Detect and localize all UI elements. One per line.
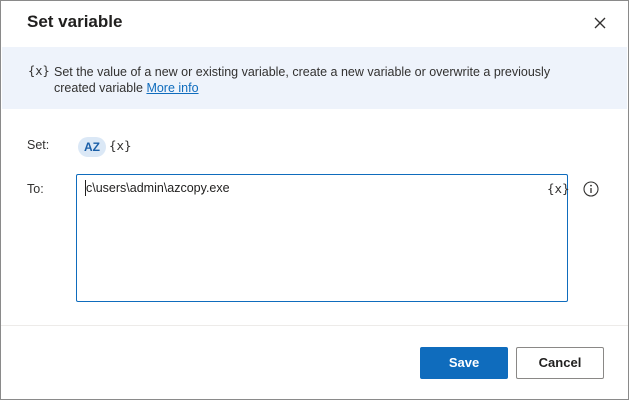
- title-bar: Set variable: [1, 1, 628, 45]
- dialog-title: Set variable: [27, 12, 123, 31]
- set-variable-picker-button[interactable]: {x}: [109, 138, 132, 153]
- save-button[interactable]: Save: [420, 347, 508, 379]
- to-label: To:: [27, 182, 44, 196]
- more-info-link[interactable]: More info: [146, 81, 198, 95]
- banner-text: Set the value of a new or existing varia…: [54, 65, 551, 95]
- to-variable-picker-button[interactable]: {x}: [547, 181, 570, 196]
- variable-icon: {x}: [28, 64, 50, 78]
- cancel-button[interactable]: Cancel: [516, 347, 604, 379]
- info-icon[interactable]: [583, 181, 599, 197]
- footer-divider: [1, 325, 628, 326]
- close-icon[interactable]: [590, 13, 610, 33]
- variable-name-chip[interactable]: AZ: [78, 137, 106, 157]
- info-banner: {x} Set the value of a new or existing v…: [2, 47, 627, 109]
- to-value-text: c\users\admin\azcopy.exe: [86, 181, 230, 195]
- set-variable-dialog: Set variable {x} Set the value of a new …: [0, 0, 629, 400]
- set-label: Set:: [27, 138, 50, 152]
- banner-description: Set the value of a new or existing varia…: [54, 64, 594, 96]
- to-value-input[interactable]: c\users\admin\azcopy.exe {x}: [76, 174, 570, 302]
